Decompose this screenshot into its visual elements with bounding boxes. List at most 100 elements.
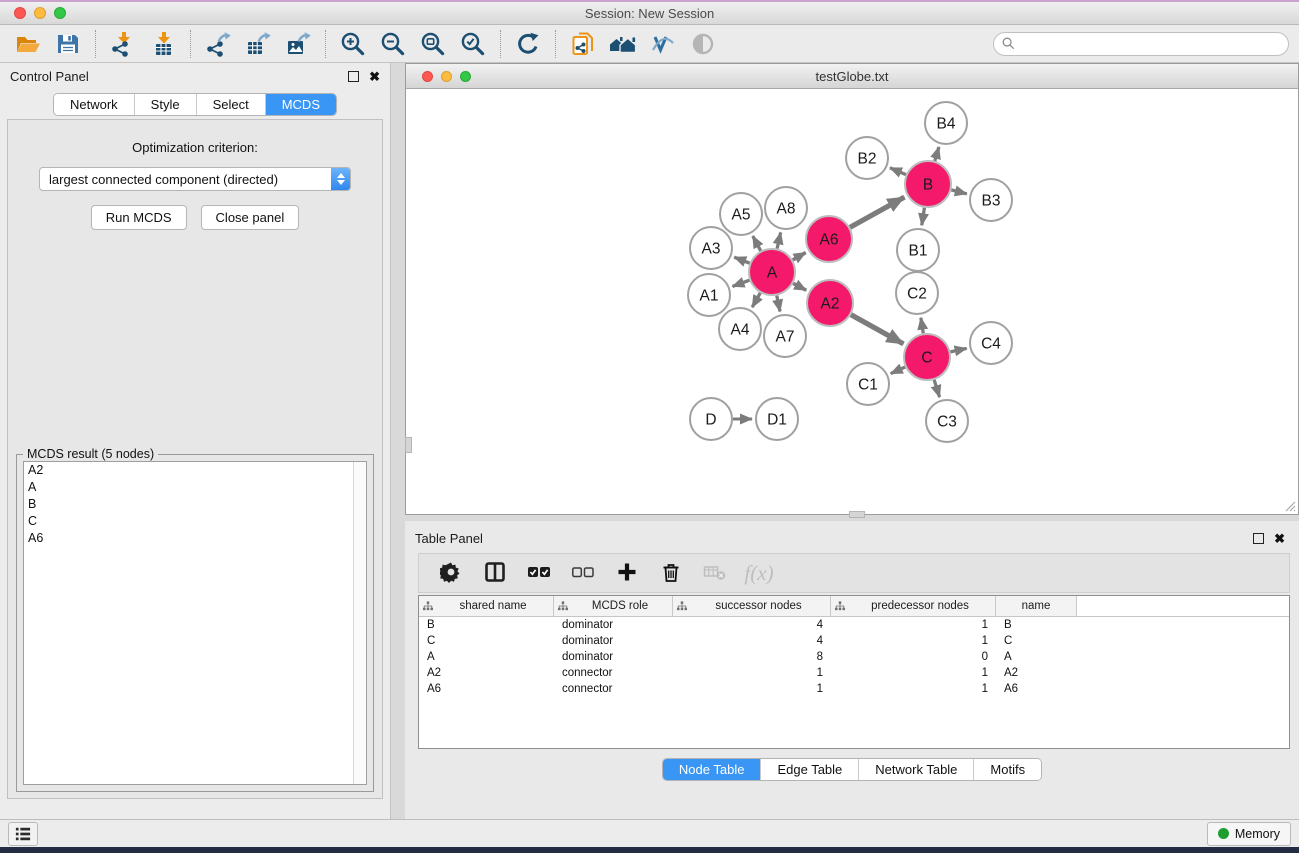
cell-name[interactable]: A2: [996, 667, 1077, 679]
select-all-button[interactable]: [517, 556, 561, 590]
column-header-predecessor-nodes[interactable]: predecessor nodes: [831, 596, 996, 616]
tab-node-table[interactable]: Node Table: [663, 759, 762, 780]
unselect-all-button[interactable]: [561, 556, 605, 590]
cell-successor-nodes[interactable]: 8: [673, 651, 831, 663]
criterion-dropdown[interactable]: largest connected component (directed): [39, 167, 351, 191]
edge-C-C3[interactable]: [934, 380, 939, 397]
result-item-a[interactable]: A: [24, 479, 366, 496]
edge-C-C1[interactable]: [891, 367, 905, 374]
cell-predecessor-nodes[interactable]: 1: [831, 635, 996, 647]
network-zoom-button[interactable]: [460, 71, 471, 82]
export-image-button[interactable]: [278, 28, 318, 60]
delete-selected-rows-button[interactable]: [649, 556, 693, 590]
resize-grip-icon[interactable]: [1282, 498, 1296, 512]
tab-select[interactable]: Select: [197, 94, 266, 115]
zoom-out-button[interactable]: [373, 28, 413, 60]
vertical-splitter-handle[interactable]: [405, 437, 412, 453]
edge-A-A5[interactable]: [753, 236, 761, 251]
zoom-selected-region-button[interactable]: [453, 28, 493, 60]
edge-A-A4[interactable]: [752, 293, 760, 307]
table-row[interactable]: A6connector11A6: [419, 681, 1289, 697]
cell-shared-name[interactable]: B: [419, 619, 554, 631]
cell-name[interactable]: B: [996, 619, 1077, 631]
result-item-a6[interactable]: A6: [24, 530, 366, 547]
edge-B-B1[interactable]: [922, 208, 925, 226]
cell-successor-nodes[interactable]: 4: [673, 635, 831, 647]
cell-mcds-role[interactable]: connector: [554, 667, 673, 679]
result-item-a2[interactable]: A2: [24, 462, 366, 479]
search-box[interactable]: [993, 32, 1289, 56]
edge-A-A1[interactable]: [732, 280, 749, 286]
column-header-successor-nodes[interactable]: successor nodes: [673, 596, 831, 616]
column-header-name[interactable]: name: [996, 596, 1077, 616]
cell-predecessor-nodes[interactable]: 1: [831, 619, 996, 631]
cell-successor-nodes[interactable]: 4: [673, 619, 831, 631]
cell-mcds-role[interactable]: dominator: [554, 651, 673, 663]
table-row[interactable]: A2connector11A2: [419, 665, 1289, 681]
table-row[interactable]: Adominator80A: [419, 649, 1289, 665]
zoom-fit-content-button[interactable]: [413, 28, 453, 60]
export-network-button[interactable]: [198, 28, 238, 60]
show-columns-button[interactable]: [473, 556, 517, 590]
cell-mcds-role[interactable]: connector: [554, 683, 673, 695]
table-row[interactable]: Bdominator41B: [419, 617, 1289, 633]
zoom-window-button[interactable]: [54, 7, 66, 19]
search-input[interactable]: [1021, 37, 1280, 51]
apply-preferred-layout-button[interactable]: [508, 28, 548, 60]
tab-mcds[interactable]: MCDS: [266, 94, 336, 115]
tab-motifs[interactable]: Motifs: [974, 759, 1041, 780]
save-session-button[interactable]: [48, 28, 88, 60]
horizontal-splitter-handle[interactable]: [849, 511, 865, 518]
cell-shared-name[interactable]: C: [419, 635, 554, 647]
column-header-mcds-role[interactable]: MCDS role: [554, 596, 673, 616]
export-table-button[interactable]: [238, 28, 278, 60]
memory-button[interactable]: Memory: [1207, 822, 1291, 846]
edge-B-B3[interactable]: [951, 190, 967, 194]
result-scrollbar[interactable]: [353, 462, 366, 784]
edge-A-A7[interactable]: [777, 296, 780, 312]
add-row-button[interactable]: [605, 556, 649, 590]
cell-successor-nodes[interactable]: 1: [673, 683, 831, 695]
network-minimize-button[interactable]: [441, 71, 452, 82]
edge-A6-B[interactable]: [850, 197, 904, 227]
edge-B-B4[interactable]: [935, 147, 939, 161]
mcds-result-list[interactable]: A2ABCA6: [23, 461, 367, 785]
new-network-from-selection-button[interactable]: [563, 28, 603, 60]
tab-style[interactable]: Style: [135, 94, 197, 115]
open-session-button[interactable]: [8, 28, 48, 60]
edge-A-A3[interactable]: [734, 257, 749, 263]
edge-B-B2[interactable]: [890, 168, 906, 175]
run-mcds-button[interactable]: Run MCDS: [91, 205, 187, 230]
close-table-panel-icon[interactable]: ✖: [1274, 532, 1285, 545]
cell-shared-name[interactable]: A: [419, 651, 554, 663]
network-canvas[interactable]: B4B2BB3A8A5A6A3B1AA1C2A2A4A7C4CC1C3DD1: [406, 90, 1298, 514]
edge-C-C2[interactable]: [921, 318, 923, 334]
column-header-shared-name[interactable]: shared name: [419, 596, 554, 616]
network-close-button[interactable]: [422, 71, 433, 82]
cell-mcds-role[interactable]: dominator: [554, 619, 673, 631]
table-row[interactable]: Cdominator41C: [419, 633, 1289, 649]
close-window-button[interactable]: [14, 7, 26, 19]
result-item-b[interactable]: B: [24, 496, 366, 513]
tab-network[interactable]: Network: [54, 94, 135, 115]
tab-network-table[interactable]: Network Table: [859, 759, 974, 780]
cell-predecessor-nodes[interactable]: 1: [831, 683, 996, 695]
cell-predecessor-nodes[interactable]: 1: [831, 667, 996, 679]
task-history-button[interactable]: [8, 822, 38, 846]
cell-mcds-role[interactable]: dominator: [554, 635, 673, 647]
close-panel-icon[interactable]: ✖: [369, 70, 380, 83]
edge-A-A6[interactable]: [793, 253, 806, 260]
result-item-c[interactable]: C: [24, 513, 366, 530]
zoom-in-button[interactable]: [333, 28, 373, 60]
table-options-button[interactable]: [429, 556, 473, 590]
tab-edge-table[interactable]: Edge Table: [761, 759, 859, 780]
cell-successor-nodes[interactable]: 1: [673, 667, 831, 679]
edge-A-A8[interactable]: [777, 232, 781, 248]
minimize-window-button[interactable]: [34, 7, 46, 19]
edge-A2-C[interactable]: [851, 315, 903, 344]
import-table-from-file-button[interactable]: [143, 28, 183, 60]
cell-shared-name[interactable]: A6: [419, 683, 554, 695]
float-panel-icon[interactable]: [348, 71, 359, 82]
cell-name[interactable]: A: [996, 651, 1077, 663]
float-table-panel-icon[interactable]: [1253, 533, 1264, 544]
